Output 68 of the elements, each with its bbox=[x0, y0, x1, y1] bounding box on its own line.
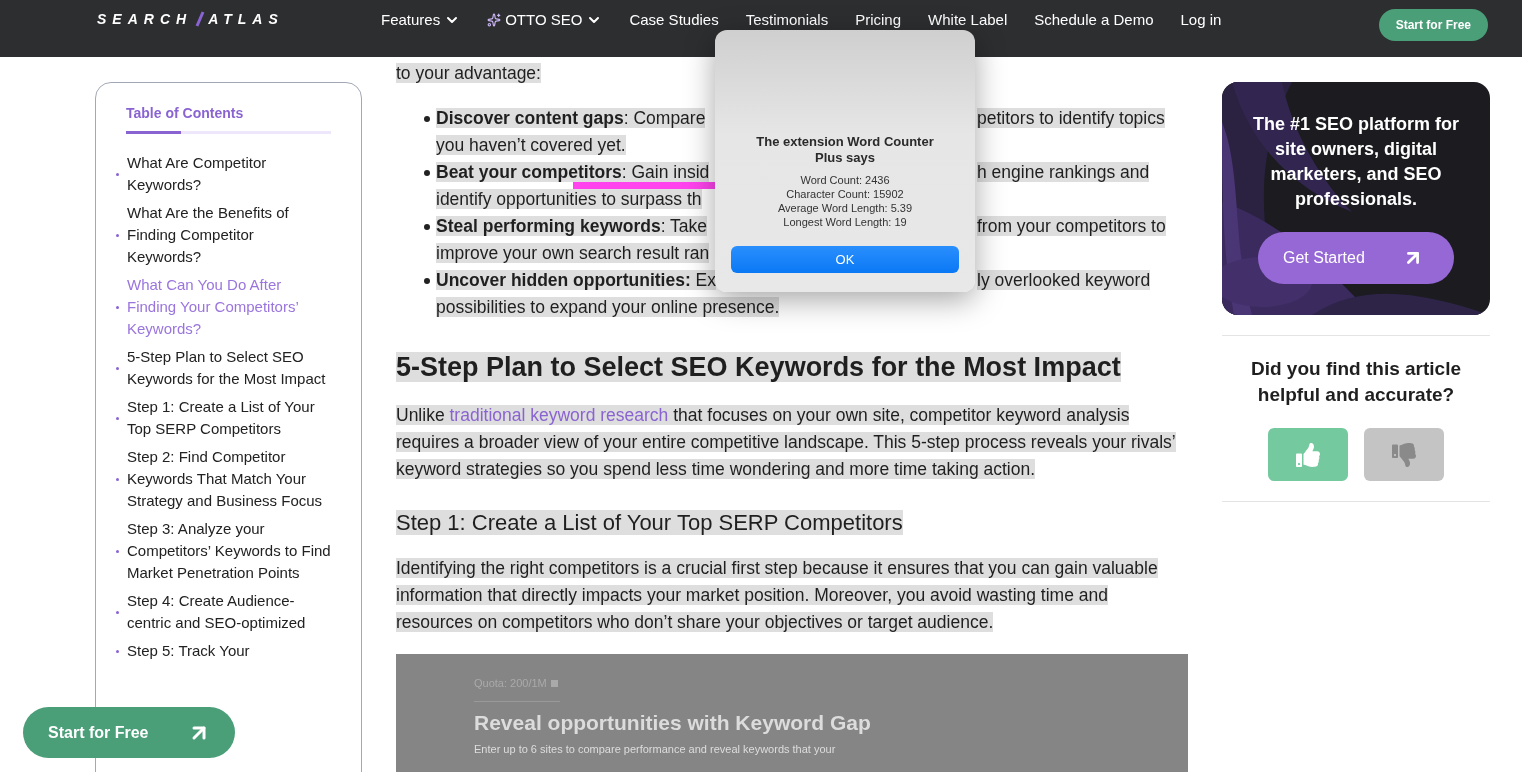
nav-link[interactable]: Schedule a Demo bbox=[1034, 11, 1154, 29]
toc-link[interactable]: Step 4: Create Audience-centric and SEO-optimized bbox=[116, 590, 331, 634]
dialog-text: Longest Word Length: 19 bbox=[783, 215, 907, 229]
thumbs-up-icon bbox=[1296, 442, 1320, 467]
nav-link[interactable]: Testimonials bbox=[745, 11, 829, 29]
dialog-text: Character Count: 15902 bbox=[786, 187, 904, 201]
help-icon bbox=[550, 680, 558, 687]
toc-link[interactable]: Step 1: Create a List of Your Top SERP Competitors bbox=[116, 396, 331, 440]
nav-link[interactable]: Log in bbox=[1180, 11, 1222, 29]
screenshot-title: Reveal opportunities with Keyword Gap bbox=[474, 710, 872, 736]
paragraph: Identifying the right competitors is a crucial first step because it ensures that you can gain valuable information that directly impacts your market position. Moreover, you avoid wasting time and resources on competitors who don’t share your objectives or target audience. bbox=[396, 557, 1159, 634]
bullet-icon bbox=[116, 549, 119, 553]
toc-link[interactable]: What Are the Benefits of Finding Competitor Keywords? bbox=[116, 202, 331, 268]
bullet-icon bbox=[424, 169, 430, 176]
nav-link[interactable]: Pricing bbox=[855, 11, 902, 29]
toc-link[interactable]: Step 2: Find Competitor Keywords That Match Your Strategy and Business Focus bbox=[116, 446, 331, 512]
paragraph: to your advantage: bbox=[396, 62, 542, 85]
toc-link[interactable]: 5-Step Plan to Select SEO Keywords for the Most Impact bbox=[116, 346, 331, 390]
list-text: Beat your competitors: Gain insid bbox=[436, 162, 710, 182]
nav-link[interactable]: Case Studies bbox=[629, 11, 719, 29]
toc-link[interactable]: What Are Competitor Keywords? bbox=[116, 152, 331, 196]
logo-text[interactable]: ATLAS bbox=[208, 11, 284, 27]
dialog-text: Word Count: 2436 bbox=[800, 173, 890, 187]
bullet-icon bbox=[116, 366, 119, 370]
promo-text: The #1 SEO platform for site owners, digital marketers, and SEO professionals. bbox=[1251, 113, 1460, 211]
get-started-button[interactable]: Get Started bbox=[1258, 232, 1454, 284]
dialog-text: Average Word Length: 5.39 bbox=[777, 201, 913, 215]
bullet-icon bbox=[116, 649, 119, 653]
toc-link[interactable]: What Can You Do After Finding Your Competitors’ Keywords? bbox=[116, 274, 331, 340]
toc-link[interactable]: Step 3: Analyze your Competitors’ Keywords to Find Market Penetration Points bbox=[116, 518, 331, 584]
list-text: identify opportunities to surpass th bbox=[436, 189, 702, 209]
list-text: h engine rankings and bbox=[977, 162, 1150, 182]
bullet-icon bbox=[424, 115, 430, 122]
list-text: Uncover hidden opportunities: Ex bbox=[436, 270, 717, 290]
section-heading: 5-Step Plan to Select SEO Keywords for the Most Impact bbox=[396, 352, 1121, 382]
bullet-icon bbox=[116, 477, 119, 481]
bullet-icon bbox=[116, 233, 119, 237]
bullet-icon bbox=[116, 610, 119, 614]
bullet-icon bbox=[116, 416, 119, 420]
sparkle-icon bbox=[487, 13, 502, 27]
feedback-question: Did you find this article helpful and accurate? bbox=[1249, 357, 1463, 407]
list-text: you haven’t covered yet. bbox=[436, 135, 626, 155]
bullet-icon bbox=[116, 172, 119, 176]
screenshot-description: Enter up to 6 sites to compare performance and reveal keywords that your bbox=[474, 742, 837, 756]
thumbs-down-button[interactable] bbox=[1364, 428, 1444, 481]
list-text: from your competitors to bbox=[977, 216, 1166, 236]
nav-link[interactable]: OTTO SEO bbox=[487, 11, 603, 29]
list-text: possibilities to expand your online presence. bbox=[436, 297, 780, 317]
nav-link[interactable]: White Label bbox=[928, 11, 1008, 29]
list-text: improve your own search result ran bbox=[436, 243, 710, 263]
logo-text[interactable]: SEARCH bbox=[97, 11, 193, 27]
nav-link[interactable]: Features bbox=[381, 11, 461, 29]
bullet-icon bbox=[424, 277, 430, 284]
bullet-icon bbox=[116, 305, 119, 309]
bullet-icon bbox=[424, 223, 430, 230]
list-text: Steal performing keywords: Take bbox=[436, 216, 708, 236]
toc-title: Table of Contents bbox=[126, 105, 245, 121]
list-text: petitors to identify topics bbox=[977, 108, 1165, 128]
slash-icon bbox=[194, 11, 207, 27]
ok-button[interactable]: OK bbox=[731, 246, 959, 273]
list-text: ly overlooked keyword bbox=[977, 270, 1151, 290]
paragraph: Unlike traditional keyword research that focuses on your own site, competitor keyword analysis requires a broader view of your entire competitive landscape. This 5-step process reveals your rivals’ keyword strategies so you spend less time wondering and more time taking action. bbox=[396, 404, 1177, 481]
subsection-heading: Step 1: Create a List of Your Top SERP Competitors bbox=[396, 510, 903, 535]
thumbs-up-button[interactable] bbox=[1268, 428, 1348, 481]
toc-link[interactable]: Step 5: Track Your bbox=[116, 640, 331, 662]
dialog-title: The extension Word Counter Plus says bbox=[755, 134, 935, 166]
thumbs-down-icon bbox=[1392, 442, 1416, 467]
list-text: Discover content gaps: Compare bbox=[436, 108, 706, 128]
